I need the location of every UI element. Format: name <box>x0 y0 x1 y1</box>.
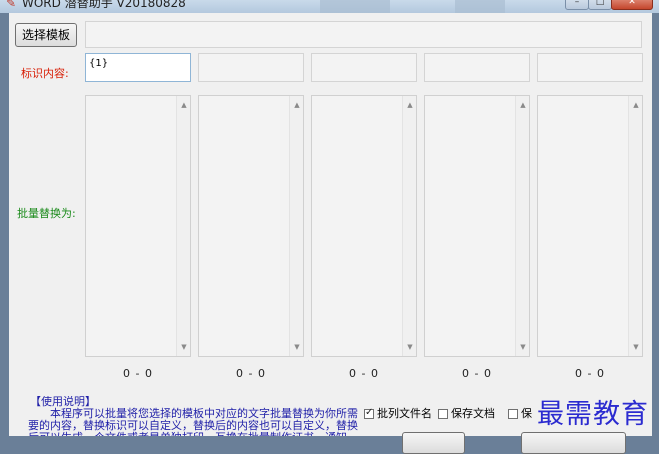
close-icon: ✕ <box>628 0 636 7</box>
watermark: 最需教育 <box>537 399 649 430</box>
replace-label: 批量替换为: <box>17 207 76 220</box>
scroll-up-icon[interactable]: ▲ <box>405 101 415 109</box>
scroll-down-icon[interactable]: ▼ <box>292 343 302 351</box>
bottom-action-button[interactable] <box>402 432 465 454</box>
title-bar-blur <box>320 0 390 13</box>
close-button[interactable]: ✕ <box>611 0 653 10</box>
marker-input-3[interactable] <box>311 53 417 82</box>
batch-filename-checkbox[interactable]: 批列文件名 <box>364 405 432 421</box>
marker-label: 标识内容: <box>21 67 69 80</box>
line-counter: 0 - 0 <box>236 367 266 380</box>
scroll-up-icon[interactable]: ▲ <box>518 101 528 109</box>
replace-textarea-3[interactable]: ▲ ▼ <box>311 95 417 357</box>
replace-textarea-4[interactable]: ▲ ▼ <box>424 95 530 357</box>
marker-input-2[interactable] <box>198 53 304 82</box>
line-counter: 0 - 0 <box>349 367 379 380</box>
scroll-up-icon[interactable]: ▲ <box>631 101 641 109</box>
textarea-scrollbar[interactable]: ▲ ▼ <box>289 96 303 356</box>
bottom-action-button[interactable] <box>521 432 626 454</box>
line-counter: 0 - 0 <box>575 367 605 380</box>
line-counter: 0 - 0 <box>123 367 153 380</box>
marker-input-5[interactable] <box>537 53 643 82</box>
marker-input-1[interactable]: {1} <box>85 53 191 82</box>
scroll-down-icon[interactable]: ▼ <box>405 343 415 351</box>
third-option-checkbox[interactable]: 保 <box>508 405 532 421</box>
replace-textarea-5[interactable]: ▲ ▼ <box>537 95 643 357</box>
template-path-input[interactable] <box>85 21 642 48</box>
third-option-label: 保 <box>521 407 532 420</box>
save-document-label: 保存文档 <box>451 407 495 420</box>
textarea-scrollbar[interactable]: ▲ ▼ <box>628 96 642 356</box>
maximize-button[interactable]: □ <box>588 0 612 10</box>
title-bar: ✎ WORD 潜替助手 V20180828 – □ ✕ <box>0 0 659 13</box>
window-title: WORD 潜替助手 V20180828 <box>22 0 186 10</box>
checkbox-empty-icon <box>438 409 448 419</box>
scroll-down-icon[interactable]: ▼ <box>631 343 641 351</box>
app-icon: ✎ <box>6 0 17 10</box>
textarea-scrollbar[interactable]: ▲ ▼ <box>515 96 529 356</box>
marker-input-value: {1} <box>89 58 109 69</box>
checkbox-empty-icon <box>508 409 518 419</box>
main-panel: 选择模板 标识内容: {1} 批量替换为: ▲ ▼ ▲ ▼ ▲ ▼ ▲ ▼ ▲ … <box>9 13 652 454</box>
replace-textarea-2[interactable]: ▲ ▼ <box>198 95 304 357</box>
checkbox-checked-icon <box>364 407 374 419</box>
marker-input-4[interactable] <box>424 53 530 82</box>
line-counter: 0 - 0 <box>462 367 492 380</box>
textarea-scrollbar[interactable]: ▲ ▼ <box>402 96 416 356</box>
title-bar-blur <box>455 0 505 13</box>
scroll-up-icon[interactable]: ▲ <box>179 101 189 109</box>
scroll-down-icon[interactable]: ▼ <box>518 343 528 351</box>
textarea-scrollbar[interactable]: ▲ ▼ <box>176 96 190 356</box>
scroll-down-icon[interactable]: ▼ <box>179 343 189 351</box>
batch-filename-label: 批列文件名 <box>377 407 432 420</box>
minimize-button[interactable]: – <box>565 0 589 10</box>
usage-body: 本程序可以批量将您选择的模板中对应的文字批量替换为你所需要的内容，替换标识可以自… <box>28 407 358 437</box>
minimize-icon: – <box>574 0 580 7</box>
usage-instructions: 【使用说明】 本程序可以批量将您选择的模板中对应的文字批量替换为你所需要的内容，… <box>28 396 363 436</box>
maximize-icon: □ <box>595 0 605 7</box>
select-template-button[interactable]: 选择模板 <box>15 23 77 47</box>
save-document-checkbox[interactable]: 保存文档 <box>438 405 495 421</box>
scroll-up-icon[interactable]: ▲ <box>292 101 302 109</box>
replace-textarea-1[interactable]: ▲ ▼ <box>85 95 191 357</box>
